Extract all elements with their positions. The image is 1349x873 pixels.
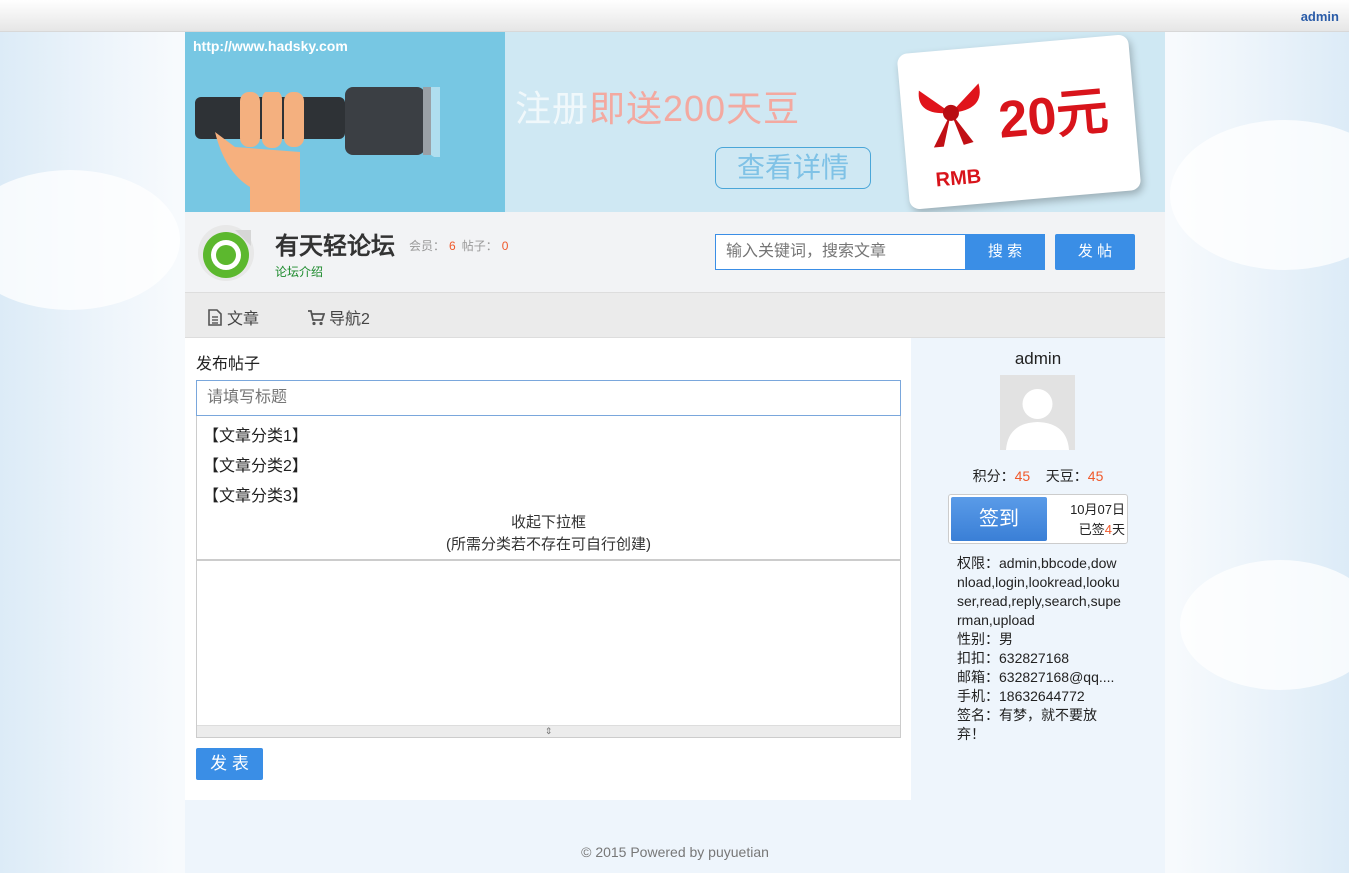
page-container: http://www.hadsky.com 注册即送200天豆 查看详情 20元…: [185, 32, 1165, 873]
collapse-dropdown-button[interactable]: 收起下拉框 (所需分类若不存在可自行创建): [197, 512, 900, 556]
top-bar: admin: [0, 0, 1349, 32]
user-gender: 性别：男: [957, 631, 1013, 647]
banner-promo-main: 即送200天豆: [589, 88, 801, 129]
cloud-decoration: [0, 170, 180, 310]
category-option-3[interactable]: 【文章分类3】: [203, 482, 308, 506]
banner-promo-text: 注册即送200天豆: [515, 80, 800, 132]
footer-text: © 2015 Powered by puyuetian: [581, 844, 769, 860]
submit-post-button[interactable]: 发 表: [196, 748, 263, 780]
default-user-icon: [1000, 375, 1075, 450]
document-icon: [208, 309, 222, 326]
search-input[interactable]: [715, 234, 966, 270]
members-count: 6: [449, 239, 456, 253]
site-header: 有天轻论坛 会员：6 帖子：0 论坛介绍 搜 索 发 帖: [185, 212, 1165, 292]
beans-value: 45: [1087, 468, 1104, 484]
points-value: 45: [1014, 468, 1031, 484]
forum-intro-link[interactable]: 论坛介绍: [275, 263, 323, 280]
banner-detail-button[interactable]: 查看详情: [715, 147, 871, 189]
banner-url: http://www.hadsky.com: [193, 38, 348, 54]
collapse-label: 收起下拉框: [510, 514, 586, 531]
points-label: 积分：: [972, 468, 1015, 484]
user-phone: 手机：18632644772: [957, 688, 1085, 704]
site-stats: 会员： 6 帖子： 0: [409, 237, 514, 254]
sign-prefix: 已签: [1078, 522, 1105, 537]
gift-card-currency: RMB: [934, 165, 983, 192]
search-button[interactable]: 搜 索: [965, 234, 1045, 270]
banner[interactable]: http://www.hadsky.com 注册即送200天豆 查看详情 20元…: [185, 32, 1165, 212]
posts-label: 帖子：: [461, 239, 498, 253]
posts-count: 0: [501, 239, 509, 253]
banner-promo-faint: 注册: [515, 88, 590, 129]
gift-card-amount: 20元: [996, 82, 1111, 150]
user-signature: 签名：有梦，就不要放弃！: [957, 707, 1097, 742]
nav-item-label: 文章: [227, 311, 260, 328]
site-logo-icon[interactable]: [197, 224, 255, 282]
category-option-1[interactable]: 【文章分类1】: [203, 422, 308, 446]
user-points: 积分：45 天豆：45: [911, 466, 1165, 486]
sign-in-info: 10月07日 已签4天: [1049, 500, 1125, 540]
cloud-decoration: [1180, 560, 1349, 690]
nav-item-articles[interactable]: 文章: [207, 305, 259, 329]
main-nav: 文章 导航2: [185, 292, 1165, 338]
user-permissions: 权限：admin,bbcode,download,login,lookread,…: [957, 555, 1121, 628]
category-option-2[interactable]: 【文章分类2】: [203, 452, 308, 476]
site-title[interactable]: 有天轻论坛: [275, 226, 395, 261]
sign-suffix: 天: [1111, 522, 1125, 537]
avatar[interactable]: [1000, 375, 1075, 450]
hand-icon: [215, 92, 304, 212]
user-qq: 扣扣：632827168: [957, 650, 1070, 666]
ribbon-bow-icon: [918, 83, 980, 148]
compose-panel: 发布帖子 【文章分类1】 【文章分类2】 【文章分类3】 收起下拉框 (所需分类…: [185, 338, 911, 800]
editor-resize-handle[interactable]: ⇕: [197, 725, 900, 737]
nav-item-nav2[interactable]: 导航2: [307, 305, 370, 329]
nav-item-label: 导航2: [329, 311, 370, 328]
cart-icon: [308, 310, 326, 326]
beans-label: 天豆：: [1045, 468, 1088, 484]
sign-days: 4: [1104, 522, 1112, 537]
members-label: 会员：: [409, 239, 446, 253]
sign-in-widget: 签到 10月07日 已签4天: [948, 494, 1128, 544]
user-email: 邮箱：632827168@qq....: [957, 669, 1115, 685]
post-title-input[interactable]: [196, 380, 901, 416]
collapse-hint: (所需分类若不存在可自行创建): [446, 536, 651, 553]
user-sidebar: admin 积分：45 天豆：45 签到 10月07日 已签4天 权限：admi…: [911, 338, 1165, 800]
top-username-link[interactable]: admin: [1301, 9, 1339, 24]
gift-card: 20元 RMB: [896, 34, 1142, 210]
sidebar-username[interactable]: admin: [911, 349, 1165, 369]
sign-in-button[interactable]: 签到: [951, 497, 1047, 541]
post-content-editor[interactable]: ⇕: [196, 560, 901, 738]
user-info: 权限：admin,bbcode,download,login,lookread,…: [957, 554, 1121, 744]
category-dropdown: 【文章分类1】 【文章分类2】 【文章分类3】 收起下拉框 (所需分类若不存在可…: [196, 416, 901, 560]
cloud-decoration: [1170, 120, 1349, 270]
compose-heading: 发布帖子: [196, 356, 261, 373]
new-post-button[interactable]: 发 帖: [1055, 234, 1135, 270]
sign-in-streak: 已签4天: [1049, 520, 1125, 540]
sign-in-date: 10月07日: [1070, 502, 1125, 517]
